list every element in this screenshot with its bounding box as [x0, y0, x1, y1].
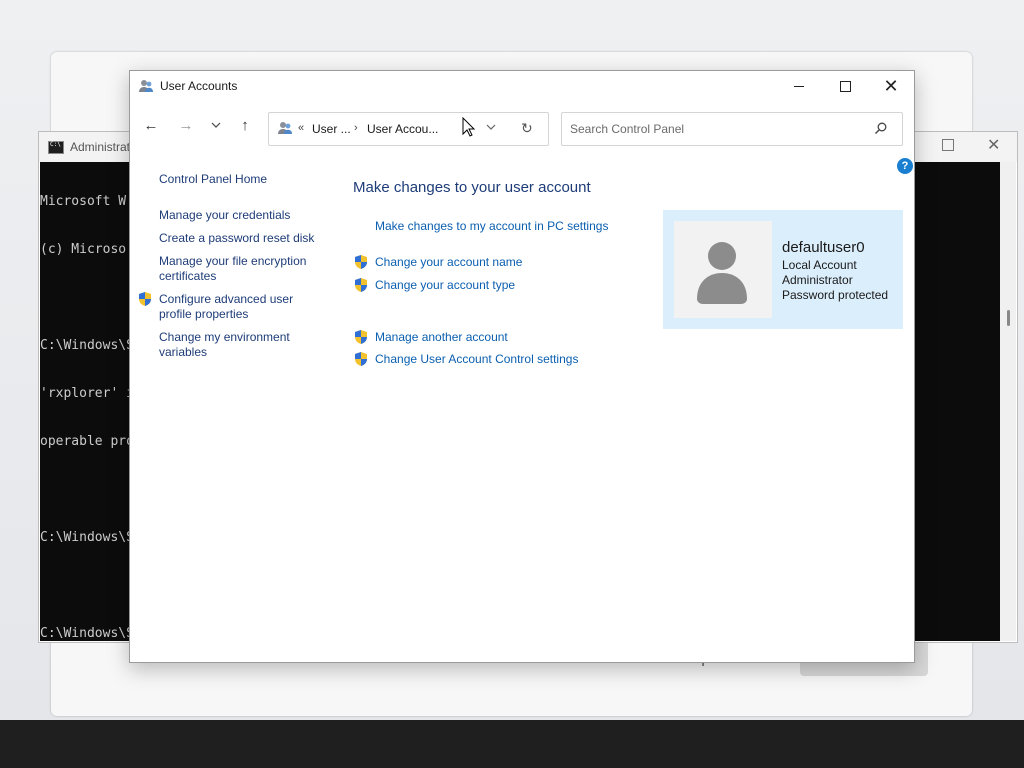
password-status: Password protected: [782, 288, 889, 302]
arrow-up-icon: ↑: [241, 116, 249, 134]
breadcrumb-user-accounts[interactable]: User Accou...: [367, 122, 438, 136]
mouse-pointer-icon: [462, 117, 476, 137]
users-icon: [139, 80, 153, 92]
console-maximize-button[interactable]: [942, 139, 954, 151]
manage-credentials-link[interactable]: Manage your credentials: [159, 208, 290, 223]
overflow-chevron-icon[interactable]: «: [298, 122, 304, 134]
minimize-button[interactable]: [776, 71, 822, 102]
refresh-icon: ↻: [521, 120, 533, 136]
breadcrumb-user-accounts-parent[interactable]: User ...: [312, 122, 351, 136]
close-button[interactable]: ✕: [868, 71, 914, 102]
address-bar[interactable]: « User ... › User Accou... ↻: [268, 112, 549, 146]
search-input[interactable]: [568, 119, 872, 139]
console-scrollbar[interactable]: [1000, 162, 1016, 641]
account-type: Administrator: [782, 273, 853, 287]
password-reset-disk-link[interactable]: Create a password reset disk: [159, 231, 314, 246]
user-avatar-icon: [697, 242, 747, 304]
uac-shield-icon: [355, 352, 367, 366]
user-name: defaultuser0: [782, 239, 865, 256]
uac-shield-icon: [355, 330, 367, 344]
address-dropdown-button[interactable]: [486, 121, 496, 133]
arrow-left-icon: ←: [143, 116, 159, 134]
window-title: User Accounts: [160, 79, 238, 93]
chevron-down-icon: [211, 122, 221, 128]
console-close-button[interactable]: ✕: [987, 135, 1000, 155]
user-accounts-window[interactable]: User Accounts ✕ ← → ↑ « User ... › User …: [129, 70, 915, 663]
chevron-down-icon: [486, 124, 496, 130]
uac-shield-icon: [139, 292, 151, 306]
maximize-icon: [839, 81, 851, 92]
console-app-icon: [48, 141, 64, 154]
page-title: Make changes to your user account: [353, 179, 591, 196]
change-account-type-link[interactable]: Change your account type: [375, 278, 515, 292]
maximize-button[interactable]: [822, 71, 868, 102]
back-button[interactable]: ←: [140, 114, 162, 136]
taskbar: [0, 720, 1024, 768]
avatar: [674, 221, 772, 318]
file-encryption-certificates-link[interactable]: Manage your file encryption certificates: [159, 254, 329, 284]
account-scope: Local Account: [782, 258, 857, 272]
help-icon[interactable]: ?: [897, 158, 913, 174]
console-title: Administrat: [70, 140, 131, 154]
refresh-button[interactable]: ↻: [521, 120, 533, 137]
users-icon: [278, 122, 292, 134]
navigation-bar: ← → ↑ « User ... › User Accou... ↻ Searc…: [130, 102, 914, 154]
uac-shield-icon: [355, 255, 367, 269]
search-icon[interactable]: [874, 121, 888, 135]
control-panel-home-link[interactable]: Control Panel Home: [159, 172, 267, 187]
pc-settings-link[interactable]: Make changes to my account in PC setting…: [375, 219, 608, 233]
minimize-icon: [794, 86, 804, 87]
breadcrumb-separator-icon[interactable]: ›: [354, 122, 358, 134]
manage-another-account-link[interactable]: Manage another account: [375, 330, 508, 344]
forward-button[interactable]: →: [175, 114, 197, 136]
uac-settings-link[interactable]: Change User Account Control settings: [375, 352, 578, 366]
recent-locations-button[interactable]: [205, 114, 227, 136]
console-scroll-thumb[interactable]: [1007, 310, 1010, 326]
uac-shield-icon: [355, 278, 367, 292]
close-icon: ✕: [883, 76, 899, 96]
environment-variables-link[interactable]: Change my environment variables: [159, 330, 329, 360]
up-button[interactable]: ↑: [234, 114, 256, 136]
change-account-name-link[interactable]: Change your account name: [375, 255, 522, 269]
window-titlebar[interactable]: User Accounts ✕: [130, 71, 914, 102]
user-account-tile: defaultuser0 Local Account Administrator…: [663, 210, 903, 329]
advanced-profile-properties-link[interactable]: Configure advanced user profile properti…: [159, 292, 329, 322]
search-box[interactable]: [561, 112, 903, 146]
arrow-right-icon: →: [178, 116, 194, 134]
